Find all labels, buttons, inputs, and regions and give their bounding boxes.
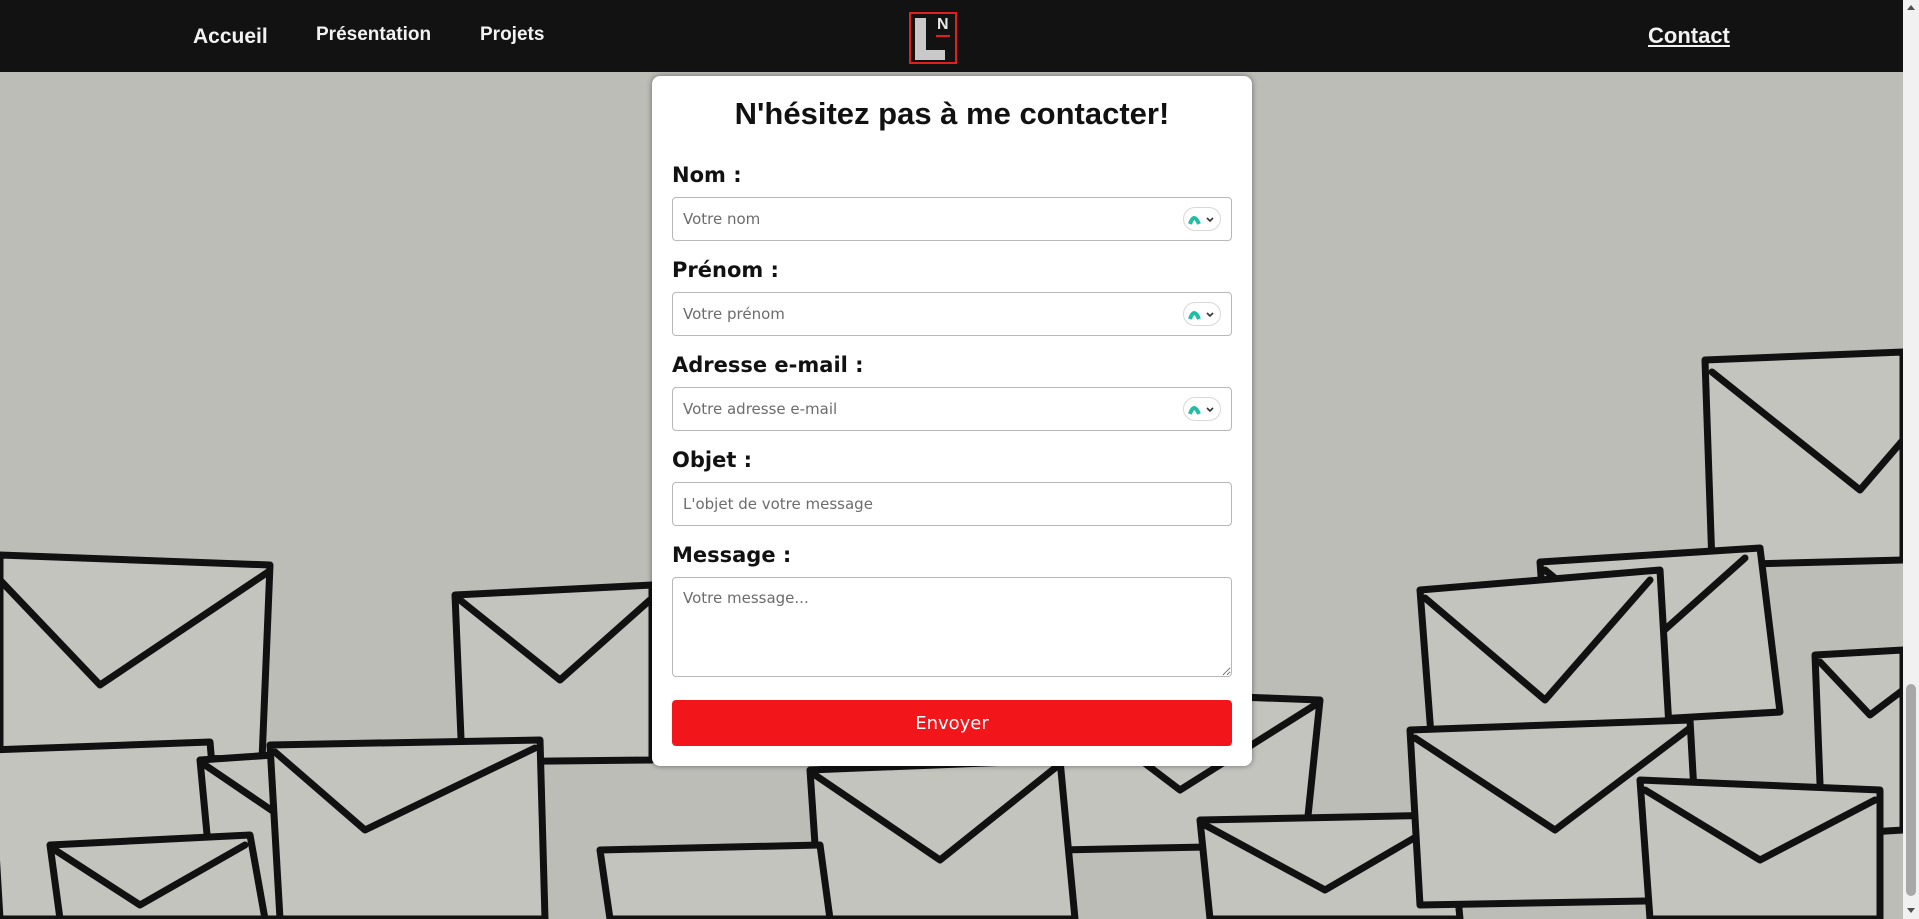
label-objet: Objet : [672, 448, 753, 472]
scroll-down-arrow-icon[interactable] [1907, 908, 1915, 913]
page-scrollbar[interactable] [1903, 0, 1919, 919]
label-prenom: Prénom : [672, 258, 779, 282]
scrollbar-thumb[interactable] [1906, 684, 1916, 896]
textarea-message[interactable] [672, 577, 1232, 677]
input-objet[interactable] [672, 482, 1232, 526]
password-manager-icon[interactable] [1183, 207, 1221, 231]
nav-link-contact[interactable]: Contact [1648, 23, 1730, 49]
label-email: Adresse e-mail : [672, 353, 864, 377]
logo-red-bar [936, 35, 950, 37]
password-manager-icon[interactable] [1183, 397, 1221, 421]
input-email[interactable] [672, 387, 1232, 431]
top-nav: Accueil Présentation Projets N Contact [0, 0, 1903, 72]
logo-letter-l-foot [915, 50, 945, 60]
submit-button[interactable]: Envoyer [672, 700, 1232, 746]
site-logo[interactable]: N [909, 12, 957, 64]
input-nom[interactable] [672, 197, 1232, 241]
logo-letter-n: N [937, 16, 949, 33]
nav-link-accueil[interactable]: Accueil [193, 25, 268, 49]
nav-link-projets[interactable]: Projets [480, 24, 544, 46]
form-title: N'hésitez pas à me contacter! [734, 96, 1170, 131]
label-message: Message : [672, 543, 792, 567]
password-manager-icon[interactable] [1183, 302, 1221, 326]
label-nom: Nom : [672, 163, 742, 187]
input-prenom[interactable] [672, 292, 1232, 336]
scroll-up-arrow-icon[interactable] [1907, 5, 1915, 10]
nav-link-presentation[interactable]: Présentation [316, 24, 431, 46]
contact-form-card: N'hésitez pas à me contacter! Nom : Prén… [652, 76, 1252, 766]
